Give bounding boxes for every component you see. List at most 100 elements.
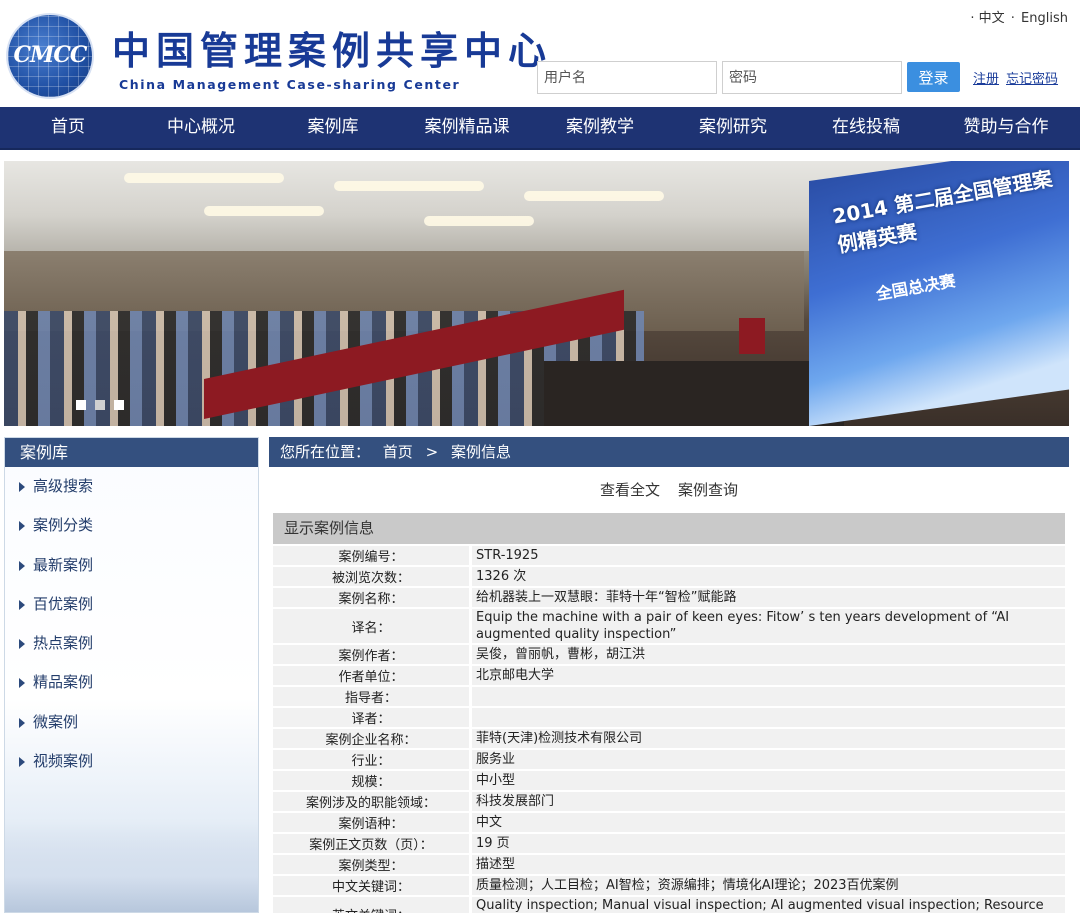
lang-english-link[interactable]: English (1021, 11, 1068, 26)
sidebar-item-top100[interactable]: 百优案例 (5, 585, 258, 624)
logo-english-title: China Management Case-sharing Center (119, 77, 461, 92)
field-label: 案例类型： (273, 855, 469, 874)
nav-item-case-research[interactable]: 案例研究 (666, 107, 800, 148)
triangle-right-icon (19, 757, 25, 768)
field-value: 北京邮电大学 (469, 666, 1065, 685)
sidebar-item-video[interactable]: 视频案例 (5, 742, 258, 781)
nav-item-home[interactable]: 首页 (0, 107, 136, 148)
case-library-sidebar: 案例库 高级搜索 案例分类 最新案例 百优案例 热点案例 精品案例 微案例 视频… (4, 437, 259, 913)
field-label: 中文关键词： (273, 876, 469, 895)
nav-item-sponsorship[interactable]: 赞助与合作 (932, 107, 1080, 148)
field-value: 科技发展部门 (469, 792, 1065, 811)
sidebar-item-categories[interactable]: 案例分类 (5, 506, 258, 545)
triangle-right-icon (19, 717, 25, 728)
sidebar-skyline-decoration (5, 822, 258, 912)
field-value (469, 708, 1065, 727)
sidebar-item-premium[interactable]: 精品案例 (5, 663, 258, 702)
sidebar-item-label: 百优案例 (33, 594, 94, 613)
field-value: Equip the machine with a pair of keen ey… (469, 609, 1065, 643)
ceiling-light (424, 216, 534, 226)
view-fulltext-link[interactable]: 查看全文 (600, 479, 660, 500)
logo-abbreviation: CMCC (13, 42, 88, 68)
triangle-right-icon (19, 560, 25, 571)
sidebar-item-label: 视频案例 (33, 752, 94, 771)
field-label: 英文关键词： (273, 897, 469, 913)
field-value: 吴俊，曾丽帆，曹彬，胡江洪 (469, 645, 1065, 664)
login-button[interactable]: 登录 (907, 62, 960, 92)
breadcrumb-home-link[interactable]: 首页 (383, 443, 413, 461)
field-value: Quality inspection; Manual visual inspec… (469, 897, 1065, 913)
field-label: 作者单位： (273, 666, 469, 685)
sidebar-item-label: 热点案例 (33, 634, 94, 653)
sidebar-item-micro[interactable]: 微案例 (5, 703, 258, 742)
field-value: 19 页 (469, 834, 1065, 853)
slide-dot[interactable] (76, 400, 86, 410)
nav-item-premium-courses[interactable]: 案例精品课 (400, 107, 534, 148)
logo-chinese-title[interactable]: 中国管理案例共享中心 (112, 20, 552, 75)
field-value: 1326 次 (469, 567, 1065, 586)
case-action-tabs: 查看全文 案例查询 (269, 467, 1069, 511)
nav-item-about[interactable]: 中心概况 (136, 107, 266, 148)
sidebar-item-latest[interactable]: 最新案例 (5, 546, 258, 585)
banner-stage (544, 361, 844, 426)
cmcc-logo-icon[interactable]: CMCC (6, 13, 94, 99)
main-content: 您所在位置： 首页 > 案例信息 查看全文 案例查询 显示案例信息 案例编号： S… (269, 437, 1069, 913)
table-row: 中文关键词： 质量检测；人工目检；AI智检；资源编排；情境化AI理论；2023百优… (273, 876, 1065, 895)
sidebar-item-label: 案例分类 (33, 516, 94, 535)
triangle-right-icon (19, 599, 25, 610)
ceiling-light (204, 206, 324, 216)
slide-dot[interactable] (114, 400, 124, 410)
main-nav: 首页 中心概况 案例库 案例精品课 案例教学 案例研究 在线投稿 赞助与合作 (0, 107, 1080, 150)
field-label: 译者： (273, 708, 469, 727)
triangle-right-icon (19, 482, 25, 492)
field-label: 规模： (273, 771, 469, 790)
table-row: 案例涉及的职能领域： 科技发展部门 (273, 792, 1065, 811)
sidebar-item-label: 精品案例 (33, 673, 94, 692)
lang-chinese-link[interactable]: · 中文 (970, 11, 1004, 26)
field-value: 质量检测；人工目检；AI智检；资源编排；情境化AI理论；2023百优案例 (469, 876, 1065, 895)
sidebar-item-advanced-search[interactable]: 高级搜索 (5, 467, 258, 506)
register-link[interactable]: 注册 (973, 68, 999, 87)
field-label: 案例企业名称： (273, 729, 469, 748)
username-input[interactable] (537, 61, 717, 94)
table-row: 案例名称： 给机器装上一双慧眼：菲特十年“智检”赋能路 (273, 588, 1065, 607)
table-row: 指导者： (273, 687, 1065, 706)
table-row: 行业： 服务业 (273, 750, 1065, 769)
panel-title: 显示案例信息 (273, 513, 1065, 544)
field-value: 中文 (469, 813, 1065, 832)
triangle-right-icon (19, 678, 25, 689)
triangle-right-icon (19, 639, 25, 650)
field-label: 行业： (273, 750, 469, 769)
field-label: 案例正文页数（页）： (273, 834, 469, 853)
nav-item-case-teaching[interactable]: 案例教学 (534, 107, 666, 148)
sidebar-item-label: 最新案例 (33, 555, 94, 574)
field-label: 案例涉及的职能领域： (273, 792, 469, 811)
case-query-link[interactable]: 案例查询 (678, 479, 738, 500)
table-row: 作者单位： 北京邮电大学 (273, 666, 1065, 685)
table-row: 案例企业名称： 菲特(天津)检测技术有限公司 (273, 729, 1065, 748)
field-value: 菲特(天津)检测技术有限公司 (469, 729, 1065, 748)
table-row: 译名： Equip the machine with a pair of keen… (273, 609, 1065, 643)
field-value: 中小型 (469, 771, 1065, 790)
password-input[interactable] (722, 61, 902, 94)
slide-dot-active[interactable] (95, 400, 105, 410)
banner-slide-dots (76, 400, 124, 410)
field-label: 案例作者： (273, 645, 469, 664)
case-info-table: 案例编号： STR-1925 被浏览次数： 1326 次案例名称： 给机器装上一双慧眼：… (273, 544, 1065, 913)
sidebar-title: 案例库 (5, 438, 258, 467)
hero-banner-image[interactable]: 2014 第二届全国管理案例精英赛 全国总决赛 (4, 161, 1069, 426)
field-value (469, 687, 1065, 706)
field-label: 案例语种： (273, 813, 469, 832)
table-row: 被浏览次数： 1326 次 (273, 567, 1065, 586)
field-label: 案例编号： (273, 546, 469, 565)
sidebar-list: 高级搜索 案例分类 最新案例 百优案例 热点案例 精品案例 微案例 视频案例 (5, 467, 258, 781)
table-row: 英文关键词：Quality inspection; Manual visual … (273, 897, 1065, 913)
field-value: 给机器装上一双慧眼：菲特十年“智检”赋能路 (469, 588, 1065, 607)
breadcrumb-label: 您所在位置： (280, 443, 371, 461)
nav-item-case-library[interactable]: 案例库 (266, 107, 400, 148)
nav-item-online-submission[interactable]: 在线投稿 (800, 107, 932, 148)
table-row: 译者： (273, 708, 1065, 727)
field-value: 描述型 (469, 855, 1065, 874)
forgot-password-link[interactable]: 忘记密码 (1006, 68, 1058, 87)
sidebar-item-hot[interactable]: 热点案例 (5, 624, 258, 663)
